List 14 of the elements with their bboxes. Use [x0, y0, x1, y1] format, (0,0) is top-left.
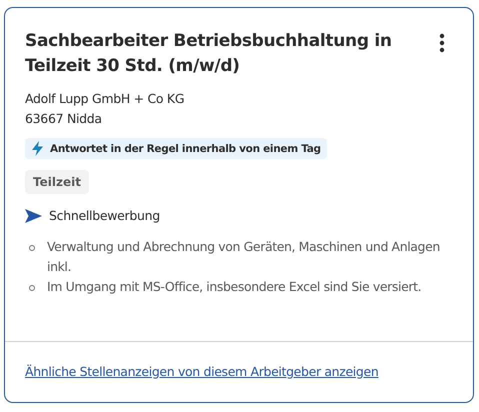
- badge-text: Antwortet in der Regel innerhalb von einem Tag: [50, 142, 321, 154]
- job-snippet: Im Umgang mit MS-Office, insbesondere Excel sind Sie versiert.: [47, 278, 422, 296]
- job-title: Sachbearbeiter Betriebsbuchhaltung in Teilzeit 30 Std. (m/w/d): [25, 30, 393, 78]
- quick-apply-label: Schnellbewerbung: [49, 208, 160, 223]
- similar-jobs-link[interactable]: Ähnliche Stellenanzeigen von diesem Arbeitgeber anzeigen: [25, 364, 378, 379]
- job-location: 63667 Nidda: [25, 110, 103, 128]
- lightning-icon: [32, 141, 43, 156]
- bullet-icon: [29, 245, 35, 251]
- job-snippet: Verwaltung und Abrechnung von Geräten, Maschinen und Anlagen inkl.: [47, 238, 441, 276]
- bullet-icon: [29, 285, 35, 291]
- send-icon: [25, 208, 42, 222]
- more-options-icon[interactable]: [439, 33, 445, 53]
- company-name: Adolf Lupp GmbH + Co KG: [25, 90, 186, 108]
- job-type-tag: Teilzeit: [25, 170, 89, 194]
